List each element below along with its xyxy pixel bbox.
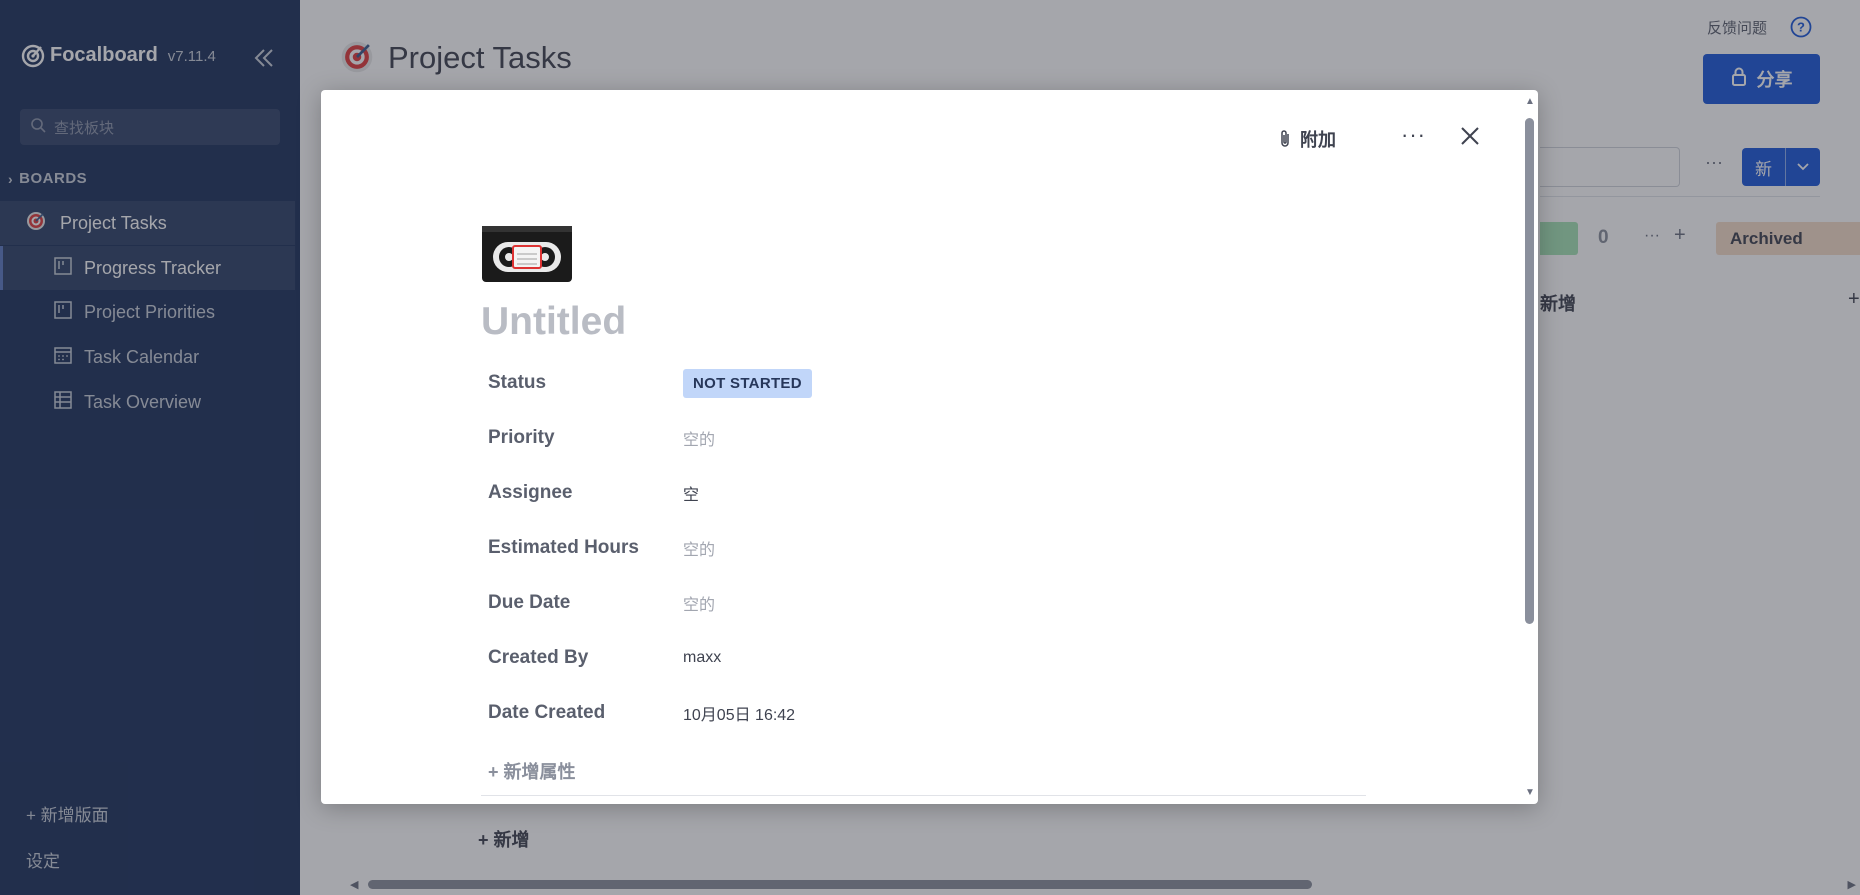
property-name[interactable]: Assignee — [488, 482, 683, 504]
card-more-options-icon[interactable]: ··· — [1401, 122, 1426, 148]
property-row-created-by: Created By maxx — [488, 642, 1188, 674]
property-value: 10月05日 16:42 — [683, 707, 796, 724]
paperclip-icon — [1278, 129, 1292, 149]
property-name[interactable]: Priority — [488, 427, 683, 449]
property-name[interactable]: Created By — [488, 647, 683, 669]
property-row-date-created: Date Created 10月05日 16:42 — [488, 697, 1188, 729]
close-icon[interactable] — [1458, 124, 1482, 148]
attach-button[interactable]: 附加 — [1278, 126, 1336, 152]
card-title-input[interactable]: Untitled — [481, 300, 626, 344]
add-property-button[interactable]: + 新增属性 — [488, 758, 576, 784]
vhs-cassette-icon[interactable] — [481, 224, 573, 284]
dialog-vertical-scrollbar[interactable]: ▲ ▼ — [1521, 90, 1538, 804]
dialog-divider — [481, 795, 1366, 796]
property-row-due-date: Due Date 空的 — [488, 587, 1188, 619]
property-value[interactable]: 空的 — [683, 536, 715, 560]
property-value: maxx — [683, 649, 722, 666]
property-value[interactable]: 空的 — [683, 426, 715, 450]
status-badge[interactable]: NOT STARTED — [683, 368, 812, 398]
property-row-status: Status NOT STARTED — [488, 367, 1188, 399]
property-name[interactable]: Status — [488, 372, 683, 394]
property-row-estimated-hours: Estimated Hours 空的 — [488, 532, 1188, 564]
card-dialog: 附加 ··· Untitled Status NOT STARTED Prior… — [321, 90, 1538, 804]
property-name[interactable]: Due Date — [488, 592, 683, 614]
scroll-up-icon[interactable]: ▲ — [1525, 96, 1535, 107]
property-name[interactable]: Estimated Hours — [488, 537, 683, 559]
property-row-priority: Priority 空的 — [488, 422, 1188, 454]
scroll-down-icon[interactable]: ▼ — [1525, 787, 1535, 798]
property-name[interactable]: Date Created — [488, 702, 683, 724]
property-value[interactable]: 空的 — [683, 591, 715, 615]
property-row-assignee: Assignee 空 — [488, 477, 1188, 509]
attach-label: 附加 — [1300, 130, 1336, 150]
property-value[interactable]: 空 — [683, 481, 699, 505]
scrollbar-thumb[interactable] — [1525, 118, 1534, 624]
